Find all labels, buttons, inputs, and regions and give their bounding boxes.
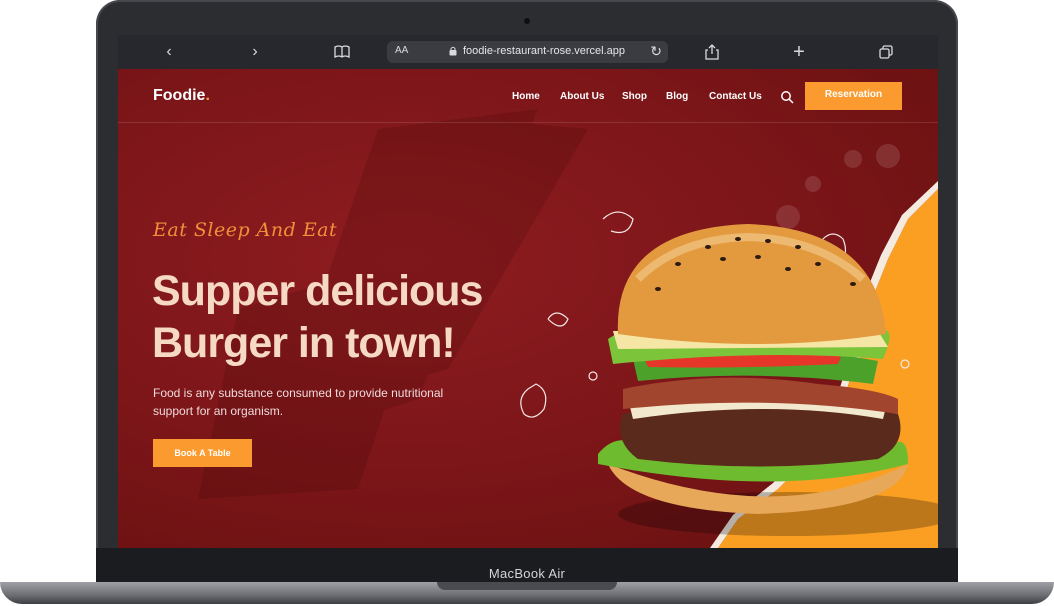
book-table-button[interactable]: Book A Table bbox=[153, 439, 252, 467]
nav-blog[interactable]: Blog bbox=[666, 91, 688, 102]
headline-line-1: Supper delicious bbox=[152, 267, 483, 315]
screen: ‹ › AA foodie-restaurant-rose.vercel.app… bbox=[118, 35, 938, 548]
tabs-icon[interactable] bbox=[877, 43, 895, 61]
site-logo[interactable]: Foodie. bbox=[153, 87, 210, 105]
lock-icon bbox=[449, 46, 457, 56]
logo-dot: . bbox=[205, 87, 210, 104]
forward-icon[interactable]: › bbox=[246, 43, 264, 61]
address-bar[interactable]: AA foodie-restaurant-rose.vercel.app ↻ bbox=[387, 41, 668, 63]
reload-icon[interactable]: ↻ bbox=[650, 43, 662, 60]
hero-description: Food is any substance consumed to provid… bbox=[153, 386, 444, 418]
book-icon[interactable] bbox=[333, 43, 351, 61]
reservation-button[interactable]: Reservation bbox=[805, 82, 902, 110]
website: Foodie. Home About Us Shop Blog Contact … bbox=[118, 69, 938, 548]
url-text: foodie-restaurant-rose.vercel.app bbox=[463, 45, 626, 57]
nav-contact-us[interactable]: Contact Us bbox=[709, 91, 762, 102]
new-tab-icon[interactable]: + bbox=[790, 42, 808, 62]
laptop-notch bbox=[437, 582, 617, 590]
camera bbox=[524, 18, 530, 24]
laptop-model-label: MacBook Air bbox=[488, 566, 566, 581]
nav-shop[interactable]: Shop bbox=[622, 91, 647, 102]
share-icon[interactable] bbox=[703, 43, 721, 61]
logo-text: Foodie bbox=[153, 87, 206, 104]
hero-headline: Supper delicious Burger in town! bbox=[152, 265, 532, 369]
hero-tagline: Eat Sleep And Eat bbox=[153, 219, 338, 241]
nav-home[interactable]: Home bbox=[512, 91, 540, 102]
nav-about-us[interactable]: About Us bbox=[560, 91, 604, 102]
back-icon[interactable]: ‹ bbox=[160, 43, 178, 61]
headline-line-2: Burger in town! bbox=[152, 319, 456, 367]
header-divider bbox=[118, 122, 938, 123]
search-icon[interactable] bbox=[780, 90, 794, 104]
browser-toolbar: ‹ › AA foodie-restaurant-rose.vercel.app… bbox=[118, 35, 938, 69]
text-size-button[interactable]: AA bbox=[395, 45, 408, 56]
